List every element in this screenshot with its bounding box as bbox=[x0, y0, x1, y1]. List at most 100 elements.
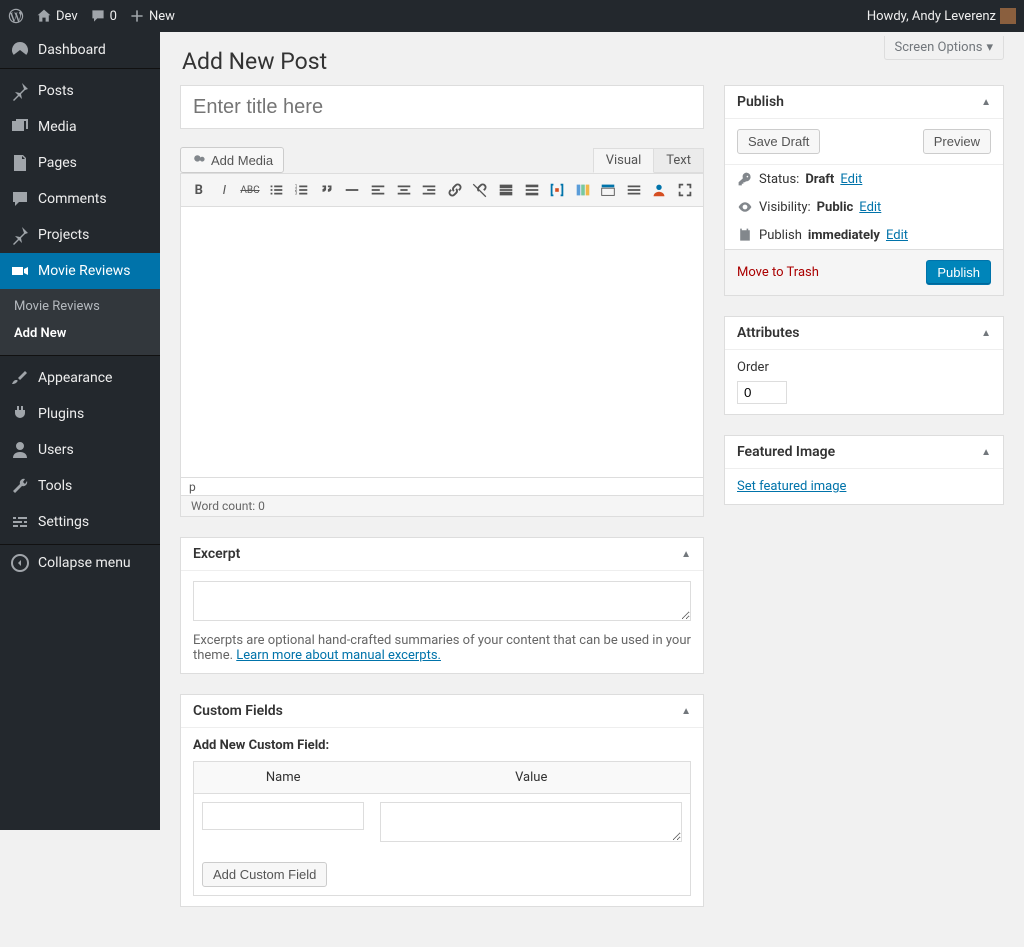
schedule-label: Publish bbox=[759, 228, 802, 243]
excerpt-textarea[interactable] bbox=[193, 581, 691, 621]
unlink-button[interactable] bbox=[469, 178, 493, 202]
sidebar-item-posts[interactable]: Posts bbox=[0, 73, 160, 109]
fullscreen-button[interactable] bbox=[673, 178, 697, 202]
post-title-input[interactable] bbox=[180, 85, 704, 129]
eye-icon bbox=[737, 199, 753, 215]
publish-box: Publish ▲ Save Draft Preview Status: Dra… bbox=[724, 85, 1004, 296]
excerpt-help-link[interactable]: Learn more about manual excerpts. bbox=[236, 648, 441, 663]
submenu-item-all[interactable]: Movie Reviews bbox=[0, 293, 160, 320]
sidebar-item-label: Movie Reviews bbox=[38, 263, 131, 279]
side-column: Publish ▲ Save Draft Preview Status: Dra… bbox=[724, 85, 1004, 525]
sidebar-item-dashboard[interactable]: Dashboard bbox=[0, 32, 160, 68]
publish-button[interactable]: Publish bbox=[926, 260, 991, 285]
user-icon bbox=[10, 440, 30, 460]
featured-title: Featured Image bbox=[737, 444, 835, 460]
editor-tabs: Visual Text bbox=[593, 148, 704, 173]
editor-path: p bbox=[181, 477, 703, 495]
insert-more-button[interactable] bbox=[494, 178, 518, 202]
dashboard-icon bbox=[10, 40, 30, 60]
columns-button[interactable] bbox=[571, 178, 595, 202]
sidebar-item-label: Pages bbox=[38, 155, 77, 171]
save-draft-button[interactable]: Save Draft bbox=[737, 129, 820, 154]
align-center-button[interactable] bbox=[392, 178, 416, 202]
toggle-icon[interactable]: ▲ bbox=[981, 328, 991, 339]
new-link[interactable]: New bbox=[129, 8, 175, 24]
excerpt-title: Excerpt bbox=[193, 546, 240, 562]
submenu-item-add-new[interactable]: Add New bbox=[0, 320, 160, 347]
strikethrough-button[interactable]: ABC bbox=[238, 178, 262, 202]
table-button[interactable] bbox=[597, 178, 621, 202]
sidebar-item-label: Plugins bbox=[38, 406, 84, 422]
blockquote-button[interactable] bbox=[315, 178, 339, 202]
visibility-label: Visibility: bbox=[759, 200, 811, 215]
format-button[interactable] bbox=[622, 178, 646, 202]
cf-name-input[interactable] bbox=[202, 802, 364, 830]
new-label: New bbox=[149, 9, 175, 24]
number-list-button[interactable]: 123 bbox=[289, 178, 313, 202]
toggle-icon[interactable]: ▲ bbox=[981, 447, 991, 458]
sidebar-item-comments[interactable]: Comments bbox=[0, 181, 160, 217]
user-button[interactable] bbox=[648, 178, 672, 202]
svg-text:3: 3 bbox=[295, 191, 298, 197]
italic-button[interactable]: I bbox=[213, 178, 237, 202]
sidebar-item-pages[interactable]: Pages bbox=[0, 145, 160, 181]
preview-button[interactable]: Preview bbox=[923, 129, 991, 154]
edit-status-link[interactable]: Edit bbox=[840, 172, 862, 187]
howdy-text: Howdy, Andy Leverenz bbox=[867, 9, 996, 24]
sidebar-item-movie-reviews[interactable]: Movie Reviews bbox=[0, 253, 160, 289]
calendar-icon bbox=[737, 227, 753, 243]
schedule-row: Publish immediately Edit bbox=[725, 221, 1003, 249]
cf-value-textarea[interactable] bbox=[380, 802, 682, 842]
sliders-icon bbox=[10, 512, 30, 532]
edit-visibility-link[interactable]: Edit bbox=[859, 200, 881, 215]
sidebar-item-projects[interactable]: Projects bbox=[0, 217, 160, 253]
comments-icon bbox=[10, 189, 30, 209]
sidebar-item-media[interactable]: Media bbox=[0, 109, 160, 145]
edit-schedule-link[interactable]: Edit bbox=[886, 228, 908, 243]
tab-visual[interactable]: Visual bbox=[593, 148, 655, 173]
editor-content[interactable] bbox=[181, 207, 703, 477]
move-to-trash-link[interactable]: Move to Trash bbox=[737, 265, 819, 280]
bold-button[interactable]: B bbox=[187, 178, 211, 202]
tab-text[interactable]: Text bbox=[654, 148, 704, 173]
order-label: Order bbox=[737, 360, 991, 375]
sidebar-item-label: Media bbox=[38, 119, 77, 135]
add-custom-field-button[interactable]: Add Custom Field bbox=[202, 862, 327, 887]
wrench-icon bbox=[10, 476, 30, 496]
comments-count: 0 bbox=[110, 9, 117, 24]
bullet-list-button[interactable] bbox=[264, 178, 288, 202]
wp-logo[interactable] bbox=[8, 8, 24, 24]
sidebar-item-tools[interactable]: Tools bbox=[0, 468, 160, 504]
shortcode-button[interactable] bbox=[545, 178, 569, 202]
screen-options-button[interactable]: Screen Options ▾ bbox=[884, 36, 1005, 60]
sidebar-item-label: Posts bbox=[38, 83, 74, 99]
add-media-button[interactable]: Add Media bbox=[180, 147, 284, 173]
toggle-icon[interactable]: ▲ bbox=[981, 97, 991, 108]
cf-value-header: Value bbox=[372, 762, 690, 794]
sidebar-item-appearance[interactable]: Appearance bbox=[0, 360, 160, 396]
excerpt-help: Excerpts are optional hand-crafted summa… bbox=[193, 633, 691, 663]
link-button[interactable] bbox=[443, 178, 467, 202]
add-media-label: Add Media bbox=[211, 153, 273, 168]
admin-sidebar: Dashboard Posts Media Pages Comments Pro… bbox=[0, 32, 160, 830]
screen-options-label: Screen Options bbox=[895, 40, 983, 55]
content-wrap: Screen Options ▾ Add New Post Add Media … bbox=[160, 0, 1024, 947]
set-featured-image-link[interactable]: Set featured image bbox=[737, 479, 846, 494]
collapse-menu[interactable]: Collapse menu bbox=[0, 544, 160, 581]
status-value: Draft bbox=[805, 172, 834, 187]
toggle-icon[interactable]: ▲ bbox=[681, 706, 691, 717]
sidebar-item-users[interactable]: Users bbox=[0, 432, 160, 468]
comments-link[interactable]: 0 bbox=[90, 8, 117, 24]
plus-icon bbox=[129, 8, 145, 24]
align-right-button[interactable] bbox=[417, 178, 441, 202]
sidebar-item-settings[interactable]: Settings bbox=[0, 504, 160, 540]
order-input[interactable] bbox=[737, 381, 787, 404]
toggle-icon[interactable]: ▲ bbox=[681, 549, 691, 560]
account-link[interactable]: Howdy, Andy Leverenz bbox=[867, 8, 1016, 24]
toolbar-toggle-button[interactable] bbox=[520, 178, 544, 202]
sidebar-item-label: Users bbox=[38, 442, 74, 458]
sidebar-item-plugins[interactable]: Plugins bbox=[0, 396, 160, 432]
site-link[interactable]: Dev bbox=[36, 8, 78, 24]
align-left-button[interactable] bbox=[366, 178, 390, 202]
hr-button[interactable] bbox=[341, 178, 365, 202]
